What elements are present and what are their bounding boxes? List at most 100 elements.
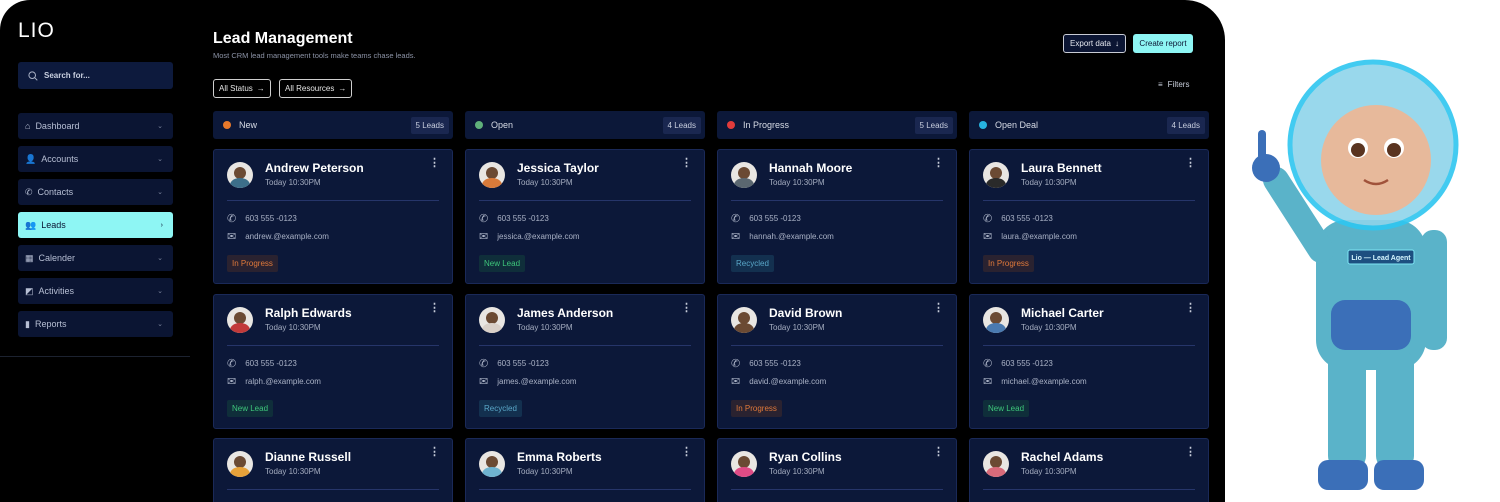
lead-name: Ryan Collins [769, 450, 842, 464]
status-filter-button[interactable]: All Status → [213, 79, 271, 98]
email-row: ✉ james.@example.com [479, 375, 576, 388]
mail-icon: ✉ [479, 375, 489, 388]
phone-icon: ✆ [227, 357, 237, 370]
lead-time: Today 10:30PM [517, 467, 573, 476]
sidebar-item-dashboard[interactable]: ⌂ Dashboard ⌄ [18, 113, 173, 139]
lead-card[interactable]: Jessica Taylor Today 10:30PM ⋮ ✆ 603 555 … [465, 149, 705, 284]
kanban-column-new: New 5 Leads Andrew Peterson Today 10:30PM… [213, 111, 453, 502]
lead-card[interactable]: Ryan Collins Today 10:30PM ⋮ [717, 438, 957, 502]
avatar [479, 451, 505, 477]
avatar [983, 162, 1009, 188]
export-data-button[interactable]: Export data ↓ [1063, 34, 1126, 53]
sidebar-item-calender[interactable]: ▦ Calender ⌄ [18, 245, 173, 271]
chevron-down-icon: ⌄ [157, 321, 163, 328]
lead-email[interactable]: andrew.@example.com [245, 232, 329, 241]
home-icon: ⌂ [25, 121, 31, 131]
status-dot-icon [475, 121, 483, 129]
sidebar-item-label: Calender [38, 253, 76, 263]
column-header[interactable]: Open 4 Leads [465, 111, 705, 139]
lead-card[interactable]: Ralph Edwards Today 10:30PM ⋮ ✆ 603 555 -… [213, 293, 453, 429]
lead-phone[interactable]: 603 555 -0123 [497, 359, 549, 368]
sidebar-divider [0, 356, 190, 357]
calendar-icon: ▦ [25, 252, 34, 263]
phone-row: ✆ 603 555 -0123 [227, 212, 297, 225]
more-options-icon[interactable]: ⋮ [681, 447, 692, 458]
lead-name: Emma Roberts [517, 450, 602, 464]
lead-phone[interactable]: 603 555 -0123 [245, 359, 297, 368]
lead-email[interactable]: hannah.@example.com [749, 232, 834, 241]
lead-email[interactable]: ralph.@example.com [245, 377, 321, 386]
lead-email[interactable]: jessica.@example.com [497, 232, 579, 241]
status-badge: Recycled [479, 399, 522, 417]
lead-name: James Anderson [517, 305, 614, 320]
lead-card[interactable]: Laura Bennett Today 10:30PM ⋮ ✆ 603 555 -… [969, 149, 1209, 284]
phone-row: ✆ 603 555 -0123 [731, 357, 801, 370]
lead-time: Today 10:30PM [769, 322, 825, 332]
lead-email[interactable]: michael.@example.com [1001, 377, 1086, 386]
more-options-icon[interactable]: ⋮ [681, 158, 692, 169]
lead-email[interactable]: james.@example.com [497, 377, 576, 386]
search-placeholder: Search for... [44, 71, 90, 80]
lead-time: Today 10:30PM [265, 467, 321, 476]
lead-card[interactable]: Rachel Adams Today 10:30PM ⋮ [969, 438, 1209, 502]
create-report-button[interactable]: Create report [1133, 34, 1193, 53]
more-options-icon[interactable]: ⋮ [933, 158, 944, 169]
phone-icon: ✆ [25, 186, 33, 197]
sidebar-item-reports[interactable]: ▮ Reports ⌄ [18, 311, 173, 337]
app-window: LIO Search for... ⌂ Dashboard ⌄ 👤 Accounts ⌄ ✆… [0, 0, 1225, 502]
lead-name: Rachel Adams [1021, 450, 1104, 464]
lead-count-badge: 5 Leads [914, 116, 953, 134]
sidebar-item-leads[interactable]: 👥 Leads › [18, 212, 173, 238]
lead-email[interactable]: laura.@example.com [1001, 232, 1077, 241]
lead-phone[interactable]: 603 555 -0123 [1001, 214, 1053, 223]
mail-icon: ✉ [479, 231, 489, 243]
reports-icon: ▮ [25, 318, 30, 329]
more-options-icon[interactable]: ⋮ [1185, 158, 1196, 169]
lead-phone[interactable]: 603 555 -0123 [1001, 359, 1053, 368]
lead-time: Today 10:30PM [1021, 178, 1077, 187]
more-options-icon[interactable]: ⋮ [429, 302, 440, 314]
lead-card[interactable]: David Brown Today 10:30PM ⋮ ✆ 603 555 -01… [717, 293, 957, 429]
lead-phone[interactable]: 603 555 -0123 [749, 214, 801, 223]
sidebar-item-contacts[interactable]: ✆ Contacts ⌄ [18, 179, 173, 205]
more-options-icon[interactable]: ⋮ [1185, 302, 1196, 314]
lead-time: Today 10:30PM [517, 322, 573, 332]
more-options-icon[interactable]: ⋮ [1185, 447, 1196, 458]
lead-phone[interactable]: 603 555 -0123 [749, 359, 801, 368]
filters-button[interactable]: ≡ Filters [1158, 80, 1189, 89]
lead-time: Today 10:30PM [769, 467, 825, 476]
more-options-icon[interactable]: ⋮ [429, 447, 440, 458]
more-options-icon[interactable]: ⋮ [429, 158, 440, 169]
lead-card[interactable]: James Anderson Today 10:30PM ⋮ ✆ 603 555 … [465, 293, 705, 429]
lead-card[interactable]: Michael Carter Today 10:30PM ⋮ ✆ 603 555 … [969, 293, 1209, 429]
lead-email[interactable]: david.@example.com [749, 377, 826, 386]
column-title: Open Deal [995, 120, 1039, 130]
phone-icon: ✆ [479, 357, 489, 370]
email-row: ✉ ralph.@example.com [227, 375, 321, 388]
mail-icon: ✉ [983, 375, 993, 388]
lead-time: Today 10:30PM [517, 178, 573, 187]
sidebar-item-accounts[interactable]: 👤 Accounts ⌄ [18, 146, 173, 172]
lead-card[interactable]: Emma Roberts Today 10:30PM ⋮ [465, 438, 705, 502]
column-header[interactable]: In Progress 5 Leads [717, 111, 957, 139]
mail-icon: ✉ [227, 231, 237, 243]
more-options-icon[interactable]: ⋮ [681, 302, 692, 314]
more-options-icon[interactable]: ⋮ [933, 447, 944, 458]
sidebar-item-activities[interactable]: ◩ Activities ⌄ [18, 278, 173, 304]
phone-icon: ✆ [983, 213, 993, 225]
lead-card[interactable]: Hannah Moore Today 10:30PM ⋮ ✆ 603 555 -0… [717, 149, 957, 284]
lead-count-badge: 4 Leads [1166, 116, 1205, 134]
lead-card[interactable]: Dianne Russell Today 10:30PM ⋮ [213, 438, 453, 502]
column-header[interactable]: Open Deal 4 Leads [969, 111, 1209, 139]
chevron-down-icon: ⌄ [157, 123, 163, 130]
status-badge: New Lead [227, 399, 274, 417]
lead-phone[interactable]: 603 555 -0123 [245, 214, 297, 223]
lead-card[interactable]: Andrew Peterson Today 10:30PM ⋮ ✆ 603 555… [213, 149, 453, 284]
phone-row: ✆ 603 555 -0123 [479, 357, 549, 370]
resources-filter-button[interactable]: All Resources → [279, 79, 353, 98]
more-options-icon[interactable]: ⋮ [933, 302, 944, 314]
lead-phone[interactable]: 603 555 -0123 [497, 214, 549, 223]
column-header[interactable]: New 5 Leads [213, 111, 453, 139]
email-row: ✉ hannah.@example.com [731, 230, 834, 243]
search-input[interactable]: Search for... [18, 62, 173, 89]
